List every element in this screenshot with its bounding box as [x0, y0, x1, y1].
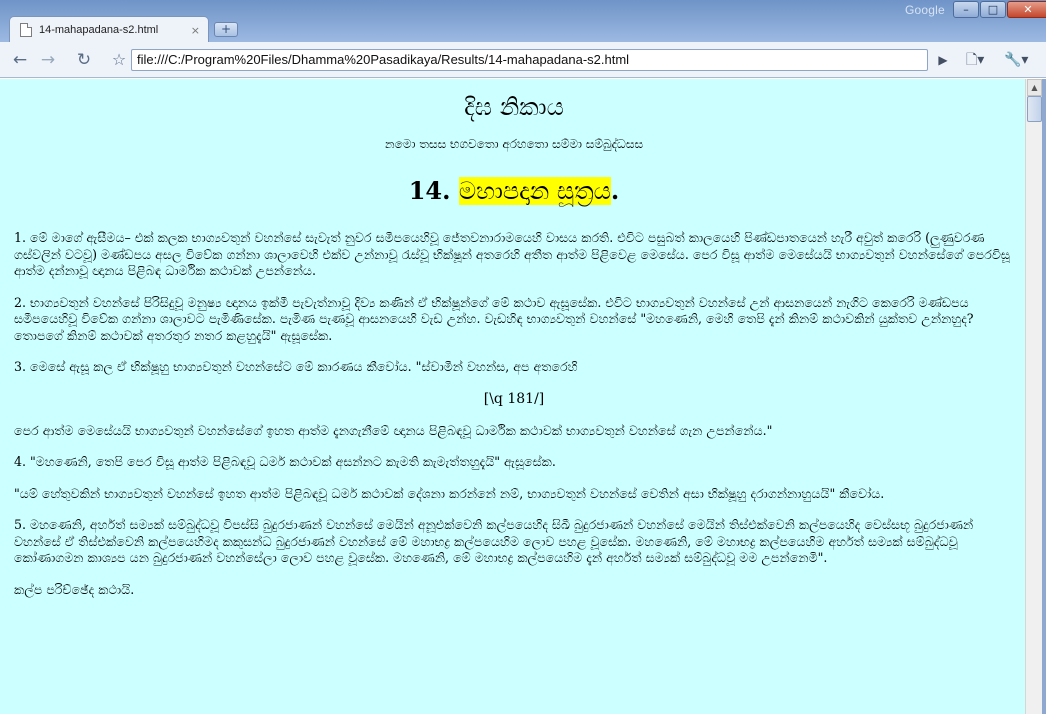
vertical-scrollbar[interactable]: ▲: [1025, 79, 1042, 714]
invocation-line: නමො තසස භගවතො අරහතො සම්මා සම්බුද්ධසස: [384, 137, 644, 151]
maximize-button[interactable]: □: [980, 1, 1006, 18]
document-icon: [20, 23, 32, 37]
wrench-menu-icon[interactable]: 🔧▾: [1004, 50, 1036, 70]
reload-icon[interactable]: ↻: [73, 50, 95, 70]
page-menu-icon[interactable]: 🗋▾: [966, 50, 996, 70]
go-arrow-icon[interactable]: ▶: [934, 50, 952, 70]
toolbar: ← → ↻ ☆ file:///C:/Program%20Files/Dhamm…: [0, 42, 1046, 78]
address-bar[interactable]: file:///C:/Program%20Files/Dhamma%20Pasa…: [131, 49, 928, 71]
paragraph-2: 2. භාග්‍යවතුන් වහන්සේ පිරිසිදුවූ මනුෂ්‍ය…: [14, 294, 974, 343]
paragraph-3: 3. මෙසේ ඇසූ කල ඒ භික්ෂූහු භාග්‍යවතුන් වහ…: [14, 359, 578, 374]
page-heading: දිඝ නිකාය: [464, 93, 564, 121]
page-number-mark: [\q 181/]: [483, 390, 545, 407]
paragraph-4: 4. "මහණෙනි, තෙපි පෙර විසූ ආත්ම පිළිබඳවූ …: [14, 454, 556, 469]
title-bar: Google – □ ✕ 14-mahapadana-s2.html × +: [0, 0, 1046, 43]
paragraph-5: 5. මහණෙනි, අර්හත් සම්‍යක් සම්බුද්ධවූ විප…: [14, 517, 974, 565]
minimize-button[interactable]: –: [953, 1, 979, 18]
tab-close-icon[interactable]: ×: [191, 24, 200, 37]
page-content: දිඝ නිකාය නමො තසස භගවතො අරහතො සම්මා සම්බ…: [0, 79, 1024, 714]
tab-title: 14-mahapadana-s2.html: [39, 24, 159, 36]
new-tab-button[interactable]: +: [214, 22, 238, 37]
sutta-name-highlighted: මහාපදාන සූත්‍රය: [458, 177, 611, 205]
page-viewport: දිඝ නිකාය නමො තසස භගවතො අරහතො සම්මා සම්බ…: [0, 79, 1046, 714]
forward-arrow-icon[interactable]: →: [37, 50, 59, 70]
back-arrow-icon[interactable]: ←: [9, 50, 31, 70]
tab-active[interactable]: 14-mahapadana-s2.html ×: [9, 16, 209, 43]
scroll-up-arrow-icon[interactable]: ▲: [1027, 79, 1042, 96]
window-frame-edge: [1042, 79, 1046, 714]
bookmark-star-icon[interactable]: ☆: [108, 50, 130, 70]
sutta-title: 14. මහාපදාන සූත්‍රය.: [14, 175, 1014, 207]
close-window-button[interactable]: ✕: [1007, 1, 1046, 18]
sutta-number: 14.: [408, 176, 459, 205]
paragraph-4-reply: "යම් හේතුවකින් භාග්‍යවතුන් වහන්සේ ඉහත ආත…: [14, 485, 885, 501]
paragraph-1: 1. මේ මාගේ ඇසීමය– එක් කලක භාග්‍යවතුන් වහ…: [14, 230, 1010, 278]
scroll-thumb[interactable]: [1027, 96, 1042, 122]
window-controls: – □ ✕: [952, 1, 1046, 18]
paragraph-3-continued: පෙර ආත්ම මෙසේයයි භාග්‍යවතුන් වහන්සේගේ ඉහ…: [14, 422, 773, 438]
sutta-suffix: .: [610, 176, 620, 205]
google-wordmark: Google: [905, 3, 945, 17]
section-closing: කල්ප පරිච්ඡේද කථායි.: [14, 581, 135, 597]
